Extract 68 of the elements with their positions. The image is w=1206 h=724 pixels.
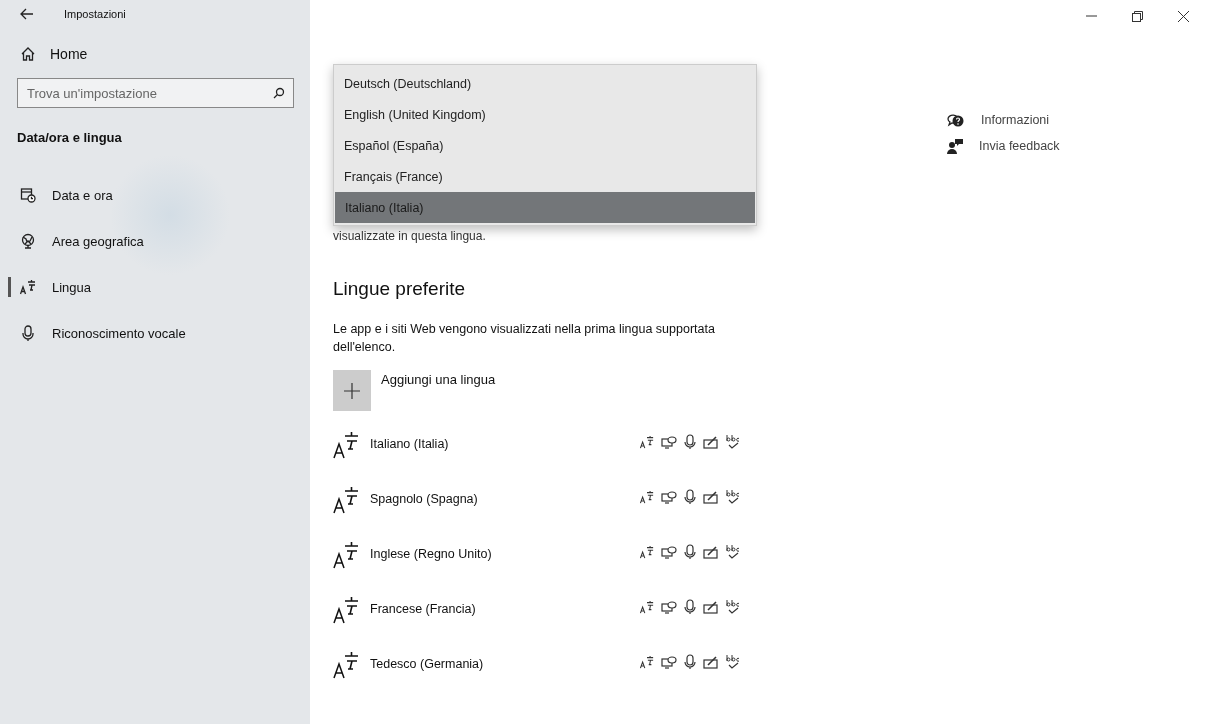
language-icon bbox=[640, 655, 654, 669]
microphone-icon bbox=[20, 325, 36, 341]
dropdown-option[interactable]: Italiano (Italia) bbox=[335, 192, 755, 223]
sidebar-item[interactable]: Lingua bbox=[20, 279, 92, 295]
spell-check-icon bbox=[726, 544, 740, 560]
speech-bubble-icon bbox=[661, 600, 677, 614]
microphone-icon bbox=[684, 544, 696, 560]
sidebar-item[interactable]: Data e ora bbox=[20, 187, 113, 203]
section-heading: Lingue preferite bbox=[333, 278, 467, 301]
home-icon bbox=[20, 46, 36, 62]
spell-check-icon bbox=[726, 489, 740, 505]
language-name[interactable]: Tedesco (Germania) bbox=[370, 657, 620, 671]
close-icon[interactable] bbox=[1177, 10, 1189, 22]
microphone-icon bbox=[684, 599, 696, 615]
microphone-icon bbox=[684, 489, 696, 505]
window-title: Impostazioni bbox=[64, 8, 126, 20]
help-link[interactable]: Informazioni bbox=[947, 110, 1050, 130]
home-link[interactable]: Home bbox=[20, 38, 88, 70]
language-icon bbox=[640, 490, 654, 504]
dropdown-option[interactable]: Français (France) bbox=[334, 161, 756, 192]
language-icon bbox=[333, 431, 359, 459]
person-feedback-icon bbox=[947, 138, 963, 154]
pen-icon bbox=[703, 490, 719, 504]
sidebar-item[interactable]: Riconoscimento vocale bbox=[20, 325, 186, 341]
add-language-label[interactable]: Aggiungi una lingua bbox=[381, 372, 496, 387]
pen-icon bbox=[703, 545, 719, 559]
language-icon bbox=[640, 545, 654, 559]
restore-icon[interactable] bbox=[1131, 10, 1143, 22]
language-icon bbox=[20, 279, 36, 295]
language-name[interactable]: Italiano (Italia) bbox=[370, 437, 620, 451]
language-name[interactable]: Francese (Francia) bbox=[370, 602, 620, 616]
spell-check-icon bbox=[726, 654, 740, 670]
globe-icon bbox=[20, 233, 36, 249]
pen-icon bbox=[703, 600, 719, 614]
microphone-icon bbox=[684, 654, 696, 670]
back-icon[interactable] bbox=[20, 8, 34, 20]
pen-icon bbox=[703, 435, 719, 449]
language-name[interactable]: Inglese (Regno Unito) bbox=[370, 547, 620, 561]
spell-check-icon bbox=[726, 599, 740, 615]
help-link[interactable]: Invia feedback bbox=[947, 136, 1060, 156]
language-icon bbox=[640, 435, 654, 449]
speech-bubble-icon bbox=[661, 545, 677, 559]
dropdown-option[interactable]: English (United Kingdom) bbox=[334, 99, 756, 130]
speech-bubble-icon bbox=[661, 655, 677, 669]
microphone-icon bbox=[684, 434, 696, 450]
dropdown-option[interactable]: Deutsch (Deutschland) bbox=[334, 68, 756, 99]
pen-icon bbox=[703, 655, 719, 669]
speech-bubble-icon bbox=[661, 435, 677, 449]
search-field[interactable]: Trova un'impostazione bbox=[17, 78, 294, 108]
language-icon bbox=[333, 651, 359, 679]
speech-bubble-icon bbox=[661, 490, 677, 504]
spell-check-icon bbox=[726, 434, 740, 450]
language-icon bbox=[333, 486, 359, 514]
language-name[interactable]: Spagnolo (Spagna) bbox=[370, 492, 620, 506]
language-icon bbox=[640, 600, 654, 614]
sidebar-item[interactable]: Area geografica bbox=[20, 233, 144, 249]
calendar-clock-icon bbox=[20, 187, 36, 203]
search-icon[interactable] bbox=[273, 87, 285, 99]
minimize-icon[interactable] bbox=[1085, 15, 1097, 17]
add-language-button[interactable] bbox=[333, 370, 371, 411]
description-text: Le app e i siti Web vengono visualizzati nella prima lingua supportata dell'elenco. bbox=[333, 321, 716, 356]
dropdown-option[interactable]: Español (España) bbox=[334, 130, 756, 161]
language-icon bbox=[333, 596, 359, 624]
section-heading: Data/ora e lingua bbox=[17, 130, 123, 147]
help-bubble-icon bbox=[947, 112, 965, 128]
plus-icon bbox=[344, 382, 360, 399]
description-text: visualizzate in questa lingua. bbox=[333, 229, 486, 243]
language-icon bbox=[333, 541, 359, 569]
